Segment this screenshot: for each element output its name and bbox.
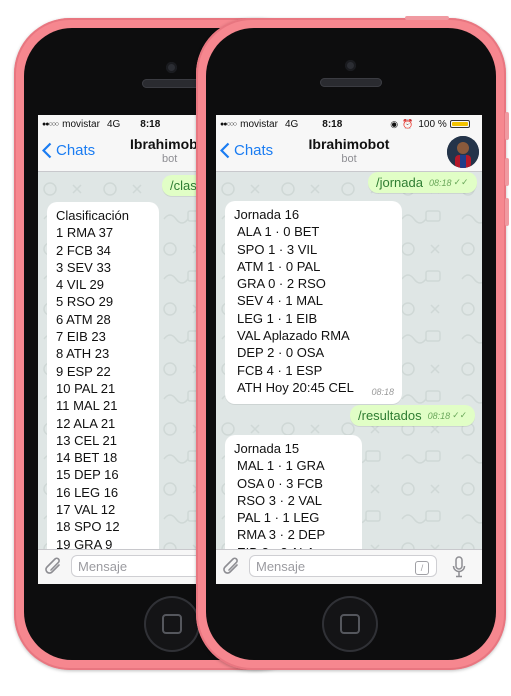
outgoing-message: /jornada 08:18 ✓✓ xyxy=(368,172,477,193)
match-row: MAL 1 · 1 GRA xyxy=(237,458,325,474)
chevron-left-icon xyxy=(42,142,52,159)
volume-button xyxy=(505,198,509,226)
location-icon: ◉ xyxy=(390,118,399,129)
standings-row: 5 RSO 29 xyxy=(56,294,114,310)
standings-row: 1 RMA 37 xyxy=(56,225,114,241)
match-row: ATH Hoy 20:45 CEL xyxy=(237,379,354,395)
message-meta: 08:18 ✓✓ xyxy=(429,177,469,188)
message-input[interactable]: Mensaje xyxy=(249,555,437,577)
earpiece-speaker xyxy=(142,79,202,88)
match-row: LEG 1 · 1 EIB xyxy=(237,310,318,326)
volume-button xyxy=(505,158,509,186)
match-row: FCB 4 · 1 ESP xyxy=(237,362,323,378)
chat-subtitle: bot xyxy=(341,153,357,165)
standings-row: 14 BET 18 xyxy=(56,450,118,466)
standings-row: 15 DEP 16 xyxy=(56,467,119,483)
earpiece-speaker xyxy=(320,78,382,87)
clock: 8:18 xyxy=(322,118,343,130)
battery-icon xyxy=(449,120,470,128)
standings-row: 18 SPO 12 xyxy=(56,519,120,535)
jornada-16-message: Jornada 16 ALA 1 · 0 BET SPO 1 · 3 VIL ATM… xyxy=(225,201,402,404)
match-row: ALA 1 · 0 BET xyxy=(237,224,320,240)
bot-avatar[interactable] xyxy=(447,136,479,168)
signal-dots-icon: ●●○○○ xyxy=(42,120,59,128)
clock: 8:18 xyxy=(140,118,161,130)
standings-message: Clasificación 1 RMA 37 2 FCB 34 3 SEV 33 4 … xyxy=(47,202,159,584)
match-list: ALA 1 · 0 BET SPO 1 · 3 VIL ATM 1 · 0 PAL G… xyxy=(234,223,394,396)
carrier-label: movistar xyxy=(62,118,100,130)
standings-row: 11 MAL 21 xyxy=(56,398,118,414)
power-button xyxy=(405,16,449,20)
home-square-icon xyxy=(340,614,360,634)
network-label: 4G xyxy=(106,118,121,130)
match-row: PAL 1 · 1 LEG xyxy=(237,510,320,526)
jornada-title: Jornada 16 xyxy=(234,207,300,222)
standings-row: 2 FCB 34 xyxy=(56,242,111,258)
double-check-icon: ✓✓ xyxy=(453,177,469,187)
outgoing-message: /resultados 08:18 ✓✓ xyxy=(350,405,476,426)
front-camera xyxy=(345,60,356,71)
match-row: GRA 0 · 2 RSO xyxy=(237,276,326,292)
signal-dots-icon: ●●○○○ xyxy=(220,120,237,128)
carrier-label: movistar xyxy=(240,118,278,130)
avatar-photo-icon xyxy=(447,136,479,168)
sticker-icon[interactable]: / xyxy=(415,561,429,575)
message-time: 08:18 xyxy=(371,386,394,397)
network-label: 4G xyxy=(284,118,299,130)
battery-label: 100 % xyxy=(418,118,447,130)
command-text: /resultados xyxy=(358,408,422,423)
standings-row: 6 ATM 28 xyxy=(56,311,111,327)
standings-row: 4 VIL 29 xyxy=(56,277,104,293)
command-text: /clas xyxy=(170,178,197,193)
back-label: Chats xyxy=(56,142,96,159)
alarm-icon: ⏰ xyxy=(402,118,414,129)
command-text: /jornada xyxy=(376,175,423,190)
match-list: MAL 1 · 1 GRA OSA 0 · 3 FCB RSO 3 · 2 VAL P… xyxy=(234,457,354,561)
match-row: OSA 0 · 3 FCB xyxy=(237,475,323,491)
volume-button xyxy=(505,112,509,140)
front-camera xyxy=(166,62,177,73)
standings-row: 8 ATH 23 xyxy=(56,346,110,362)
match-row: VAL Aplazado RMA xyxy=(237,328,350,344)
home-square-icon xyxy=(162,614,182,634)
standings-row: 12 ALA 21 xyxy=(56,415,116,431)
match-row: SEV 4 · 1 MAL xyxy=(237,293,323,309)
chat-title: Ibrahimobot xyxy=(308,136,390,152)
message-meta: 08:18 ✓✓ xyxy=(428,410,468,421)
match-row: RMA 3 · 2 DEP xyxy=(237,527,326,543)
standings-row: 10 PAL 21 xyxy=(56,380,116,396)
home-button[interactable] xyxy=(322,596,378,652)
message-time: 08:18 xyxy=(427,410,451,421)
standings-title: Clasificación xyxy=(56,208,129,223)
home-button[interactable] xyxy=(144,596,200,652)
match-row: ATM 1 · 0 PAL xyxy=(237,258,321,274)
chat-header: Chats Ibrahimobot bot xyxy=(216,133,482,172)
attach-icon[interactable] xyxy=(45,557,63,577)
match-row: SPO 1 · 3 VIL xyxy=(237,241,318,257)
standings-row: 3 SEV 33 xyxy=(56,259,111,275)
match-row: RSO 3 · 2 VAL xyxy=(237,492,323,508)
standings-row: 7 EIB 23 xyxy=(56,329,106,345)
screen-right: ●●○○○ movistar 4G 8:18 ◉ ⏰ 100 % Chats I… xyxy=(216,115,482,584)
standings-row: 13 CEL 21 xyxy=(56,432,117,448)
attach-icon[interactable] xyxy=(223,557,241,577)
standings-row: 9 ESP 22 xyxy=(56,363,111,379)
standings-row: 16 LEG 16 xyxy=(56,484,119,500)
match-row: DEP 2 · 0 OSA xyxy=(237,345,325,361)
back-button[interactable]: Chats xyxy=(42,142,95,159)
microphone-icon[interactable] xyxy=(452,556,466,578)
message-time: 08:18 xyxy=(428,177,452,188)
status-bar: ●●○○○ movistar 4G 8:18 ◉ ⏰ 100 % xyxy=(216,115,482,133)
double-check-icon: ✓✓ xyxy=(452,410,468,420)
input-bar: Mensaje / xyxy=(216,549,482,584)
standings-row: 17 VAL 12 xyxy=(56,502,116,518)
jornada-title: Jornada 15 xyxy=(234,441,300,456)
standings-list: 1 RMA 37 2 FCB 34 3 SEV 33 4 VIL 29 5 RSO 29… xyxy=(56,224,151,553)
